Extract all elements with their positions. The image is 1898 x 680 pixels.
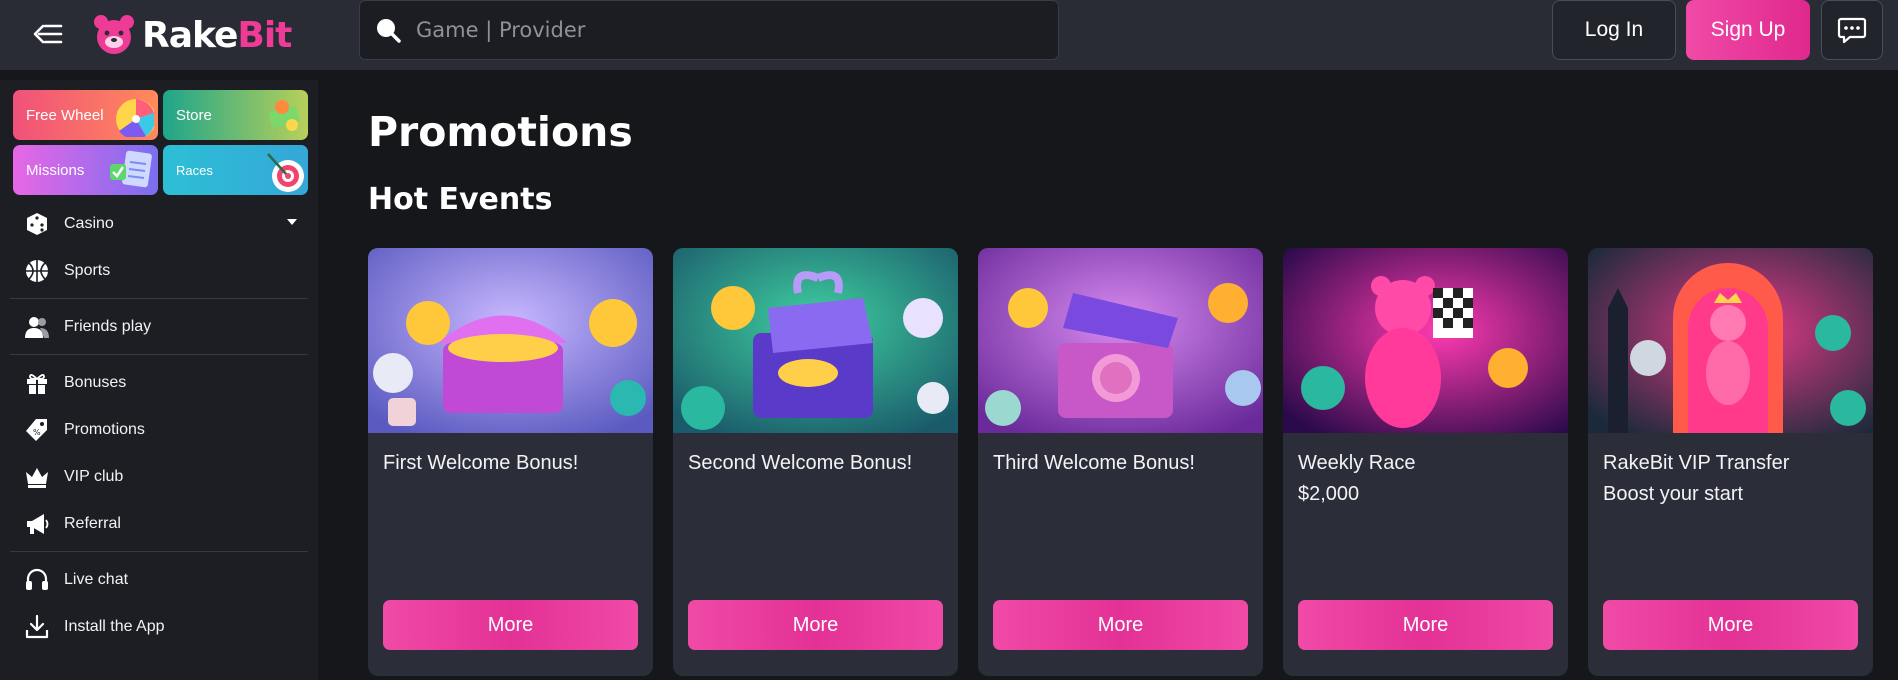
chat-bubble-icon — [1837, 17, 1867, 44]
ball-icon — [24, 258, 50, 284]
bear-logo-icon — [94, 15, 134, 54]
main-content: Promotions Hot Events First Welcome Bonu… — [368, 80, 1873, 680]
search-bar[interactable] — [359, 0, 1059, 60]
card-title: First Welcome Bonus! — [383, 452, 579, 474]
card-subtitle: Boost your start — [1603, 483, 1744, 505]
signup-button[interactable]: Sign Up — [1686, 0, 1810, 60]
svg-text:%: % — [33, 428, 41, 437]
tag-icon: % — [24, 417, 50, 443]
treasure-chest-image — [368, 248, 653, 433]
promo-card[interactable]: Weekly Race $2,000 More — [1283, 248, 1568, 676]
tile-label: Missions — [26, 161, 85, 179]
promo-card[interactable]: Third Welcome Bonus! More — [978, 248, 1263, 676]
promo-card[interactable]: RakeBit VIP Transfer Boost your start Mo… — [1588, 248, 1873, 676]
mystery-box-image — [978, 248, 1263, 433]
gift-icon — [24, 370, 50, 396]
more-button[interactable]: More — [688, 600, 943, 650]
cash-bag-icon — [269, 100, 299, 131]
logo-bit: Bit — [237, 14, 292, 56]
logo-text: RakeBit — [142, 14, 292, 56]
page-title: Promotions — [368, 108, 633, 156]
tile-free-wheel[interactable]: Free Wheel — [13, 90, 158, 140]
section-title: Hot Events — [368, 182, 553, 217]
sidebar-item-live-chat[interactable]: Live chat — [0, 556, 318, 603]
sidebar-item-vip-club[interactable]: VIP club — [0, 453, 318, 500]
login-button[interactable]: Log In — [1552, 0, 1676, 60]
tile-label: Races — [176, 162, 213, 178]
logo-rake: Rake — [142, 14, 238, 56]
vip-bear-image — [1588, 248, 1873, 433]
sidebar-item-label: Promotions — [64, 420, 145, 438]
sidebar-item-label: Casino — [64, 214, 114, 232]
sidebar-item-label: Referral — [64, 514, 121, 532]
sidebar-item-label: Bonuses — [64, 373, 127, 391]
card-title: Third Welcome Bonus! — [993, 452, 1195, 474]
logo[interactable]: RakeBit — [92, 10, 292, 60]
sidebar-item-sports[interactable]: Sports — [0, 247, 318, 294]
promo-card[interactable]: Second Welcome Bonus! More — [673, 248, 958, 676]
collapse-sidebar-icon[interactable] — [30, 16, 66, 52]
sidebar-item-friends-play[interactable]: Friends play — [0, 303, 318, 350]
megaphone-icon — [24, 511, 50, 537]
search-input[interactable] — [416, 18, 1016, 42]
friends-icon — [24, 314, 50, 340]
sidebar-item-label: VIP club — [64, 467, 124, 485]
sidebar-item-label: Friends play — [64, 317, 152, 335]
more-button[interactable]: More — [993, 600, 1248, 650]
download-icon — [24, 614, 50, 640]
tile-label: Free Wheel — [26, 106, 104, 124]
crown-icon — [24, 464, 50, 490]
sidebar-item-install-app[interactable]: Install the App — [0, 603, 318, 650]
top-header: RakeBit Log In Sign Up — [0, 0, 1898, 70]
card-title: Second Welcome Bonus! — [688, 452, 913, 474]
chat-button[interactable] — [1821, 0, 1883, 60]
sidebar-item-referral[interactable]: Referral — [0, 500, 318, 547]
more-button[interactable]: More — [1298, 600, 1553, 650]
card-title: Weekly Race — [1298, 452, 1416, 474]
divider — [10, 551, 308, 552]
tile-missions[interactable]: Missions — [13, 145, 158, 195]
divider — [10, 354, 308, 355]
sidebar-item-casino[interactable]: Casino — [0, 200, 318, 247]
sidebar-item-label: Live chat — [64, 570, 129, 588]
wheel-icon — [116, 99, 154, 137]
sidebar: Free Wheel Store Missions Races Casino S… — [0, 80, 318, 680]
tile-label: Store — [176, 106, 212, 124]
promo-tiles: Free Wheel Store Missions Races — [13, 90, 308, 195]
chevron-down-icon[interactable] — [286, 218, 298, 226]
sidebar-item-bonuses[interactable]: Bonuses — [0, 359, 318, 406]
tile-store[interactable]: Store — [163, 90, 308, 140]
card-title: RakeBit VIP Transfer — [1603, 452, 1790, 474]
race-bear-image — [1283, 248, 1568, 433]
more-button[interactable]: More — [383, 600, 638, 650]
sidebar-item-label: Sports — [64, 261, 111, 279]
promo-card[interactable]: First Welcome Bonus! More — [368, 248, 653, 676]
checklist-icon — [110, 150, 152, 188]
gift-box-image — [673, 248, 958, 433]
dice-icon — [24, 211, 50, 237]
card-subtitle: $2,000 — [1298, 483, 1360, 505]
search-icon — [377, 19, 401, 43]
more-button[interactable]: More — [1603, 600, 1858, 650]
tile-races[interactable]: Races — [163, 145, 308, 195]
headset-icon — [24, 567, 50, 593]
divider — [10, 298, 308, 299]
sidebar-item-label: Install the App — [64, 617, 165, 635]
target-icon — [267, 153, 304, 192]
promo-cards: First Welcome Bonus! More Second Welcome… — [368, 248, 1873, 676]
sidebar-nav: Casino Sports Friends play Bonuses % Pro… — [0, 200, 318, 650]
sidebar-item-promotions[interactable]: % Promotions — [0, 406, 318, 453]
